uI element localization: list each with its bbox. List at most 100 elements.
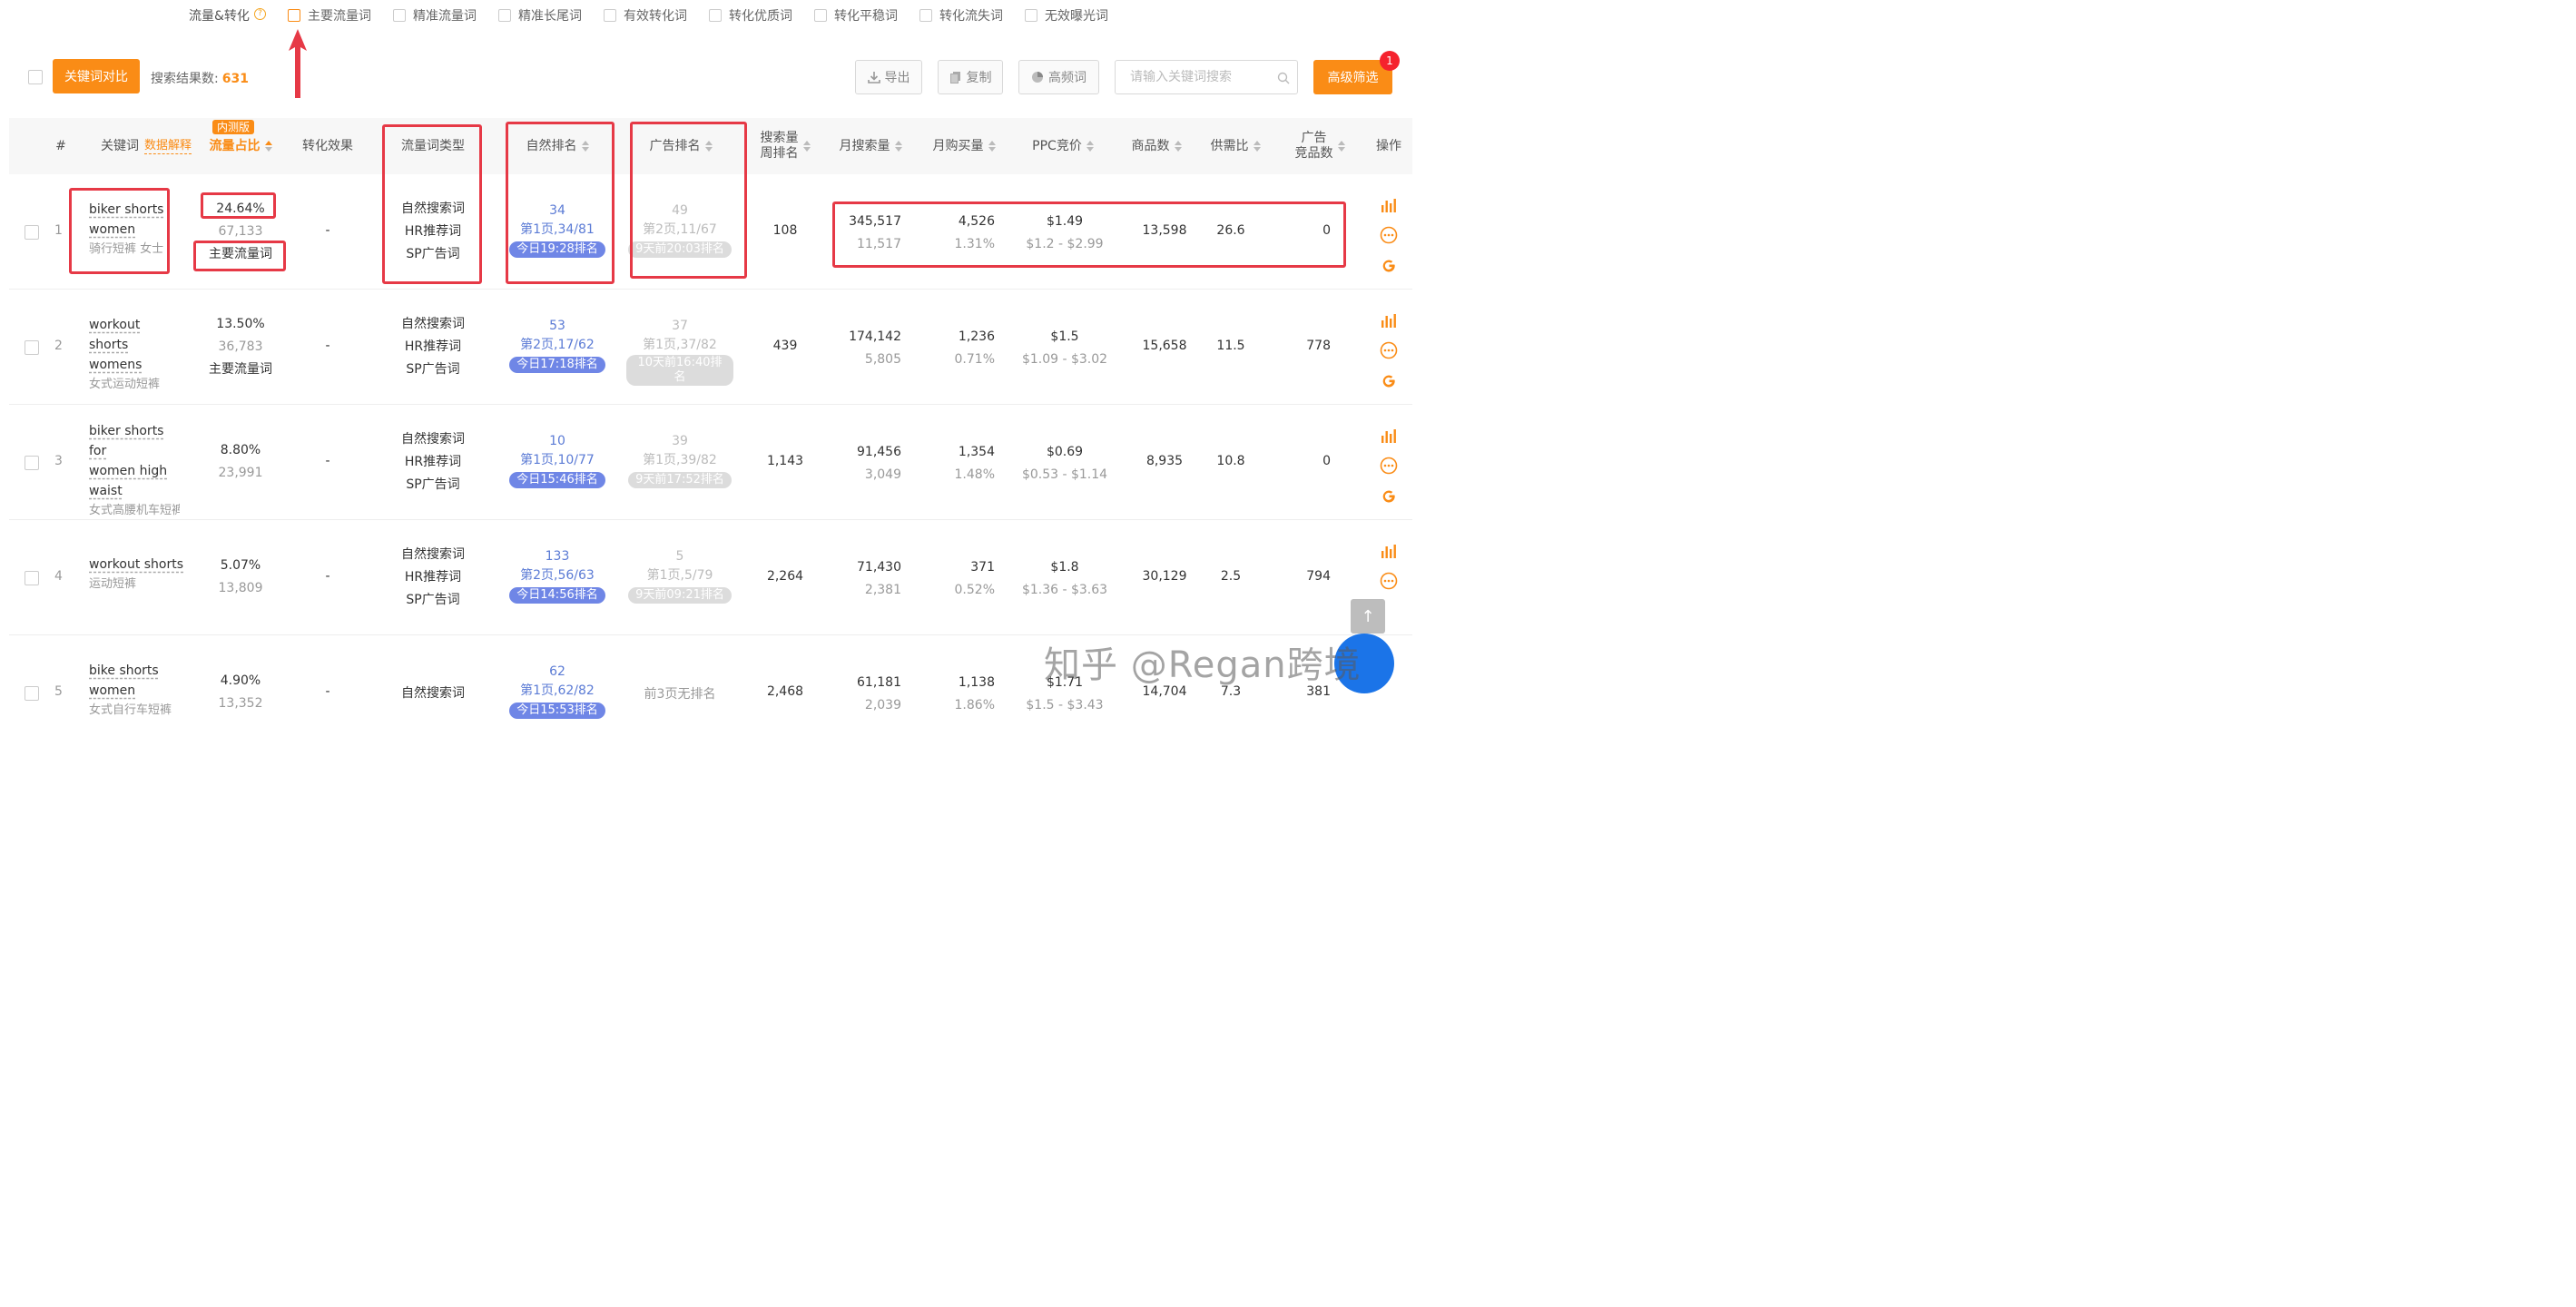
ad-rank-time[interactable]: 9天前20:03排名 <box>628 241 732 258</box>
data-explain-link[interactable]: 数据解释 <box>143 138 192 154</box>
search-icon[interactable] <box>1277 72 1290 84</box>
copy-icon <box>949 72 960 84</box>
checkbox-icon[interactable] <box>709 9 722 22</box>
keyword-en[interactable]: biker shorts for <box>89 421 180 461</box>
filter-lost-conversion[interactable]: 转化流失词 <box>919 6 1003 25</box>
checkbox-icon[interactable] <box>1025 9 1037 22</box>
copy-button[interactable]: 复制 <box>938 60 1003 94</box>
sort-icon[interactable] <box>704 141 713 152</box>
row-checkbox[interactable] <box>25 225 39 240</box>
col-traffic-share[interactable]: 流量占比 <box>200 118 281 174</box>
row-checkbox[interactable] <box>25 571 39 585</box>
row-index: 3 <box>54 454 63 468</box>
sort-icon[interactable] <box>264 141 272 152</box>
conversion-cell: - <box>325 223 330 238</box>
keyword-en[interactable]: women high <box>89 461 180 481</box>
col-natural-rank[interactable]: 自然排名 <box>506 118 608 174</box>
checkbox-icon[interactable] <box>919 9 932 22</box>
keyword-search-box[interactable] <box>1115 60 1298 94</box>
share-tag: 主要流量词 <box>209 362 272 377</box>
row-checkbox[interactable] <box>25 686 39 701</box>
keyword-en[interactable]: bike shorts <box>89 661 180 681</box>
scroll-to-top-button[interactable]: ↑ <box>1351 599 1385 634</box>
sort-icon[interactable] <box>1174 141 1182 152</box>
natural-rank-time[interactable]: 今日19:28排名 <box>509 241 605 258</box>
col-ad-products[interactable]: 广告 竞品数 <box>1283 118 1356 174</box>
more-icon[interactable] <box>1380 457 1398 475</box>
filter-effective-conversion[interactable]: 有效转化词 <box>604 6 687 25</box>
checkbox-icon[interactable] <box>393 9 406 22</box>
more-icon[interactable] <box>1380 341 1398 359</box>
col-monthly-search[interactable]: 月搜索量 <box>831 118 910 174</box>
sort-icon[interactable] <box>988 141 996 152</box>
high-frequency-button[interactable]: 高频词 <box>1018 60 1099 94</box>
sort-icon[interactable] <box>581 141 589 152</box>
col-ad-rank[interactable]: 广告排名 <box>630 118 732 174</box>
help-icon[interactable]: ? <box>254 8 266 20</box>
filter-precise-traffic[interactable]: 精准流量词 <box>393 6 477 25</box>
keyword-en[interactable]: workout shorts <box>89 315 180 355</box>
filter-quality-conversion[interactable]: 转化优质词 <box>709 6 792 25</box>
col-products[interactable]: 商品数 <box>1124 118 1189 174</box>
natural-rank-time[interactable]: 今日17:18排名 <box>509 357 605 373</box>
natural-rank-time[interactable]: 今日15:46排名 <box>509 472 605 488</box>
keyword-cn: 女式运动短裤 <box>89 378 161 391</box>
ad-rank-time[interactable]: 9天前17:52排名 <box>628 472 732 488</box>
row-ops <box>1380 542 1400 602</box>
export-button[interactable]: 导出 <box>855 60 922 94</box>
col-traffic-type: 流量词类型 <box>401 138 465 153</box>
trend-chart-icon[interactable] <box>1380 542 1398 560</box>
ad-rank-time[interactable]: 9天前09:21排名 <box>628 587 732 604</box>
ad-rank-time[interactable]: 10天前16:40排名 <box>626 355 733 386</box>
trend-chart-icon[interactable] <box>1380 427 1398 445</box>
traffic-type-cell: 自然搜索词 <box>401 686 465 701</box>
row-checkbox[interactable] <box>25 456 39 470</box>
keyword-en[interactable]: biker shorts <box>89 200 180 220</box>
checkbox-icon[interactable] <box>498 9 511 22</box>
sort-icon[interactable] <box>802 141 811 152</box>
col-monthly-purchase[interactable]: 月购买量 <box>924 118 1004 174</box>
ad-products-cell: 0 <box>1322 223 1331 238</box>
google-icon[interactable] <box>1380 371 1398 389</box>
keyword-en[interactable]: workout shorts <box>89 555 183 575</box>
sort-icon[interactable] <box>1086 141 1094 152</box>
checkbox-icon[interactable] <box>288 9 300 22</box>
keyword-en[interactable]: womens <box>89 355 180 375</box>
row-checkbox[interactable] <box>25 340 39 355</box>
more-icon[interactable] <box>1380 226 1398 244</box>
natural-rank-time[interactable]: 今日14:56排名 <box>509 587 605 604</box>
natural-rank-cell: 34 第1页,34/81 今日19:28排名 <box>506 201 608 259</box>
keyword-en[interactable]: women <box>89 681 180 701</box>
select-all-checkbox[interactable] <box>28 70 43 84</box>
products-cell: 8,935 <box>1145 454 1184 468</box>
col-supply-ratio[interactable]: 供需比 <box>1204 118 1267 174</box>
filter-main-traffic[interactable]: 主要流量词 <box>288 6 371 25</box>
more-icon[interactable] <box>1380 572 1398 590</box>
natural-rank: 133 <box>545 549 570 564</box>
keyword-en[interactable]: waist <box>89 481 180 501</box>
sort-icon[interactable] <box>894 141 902 152</box>
natural-rank-time[interactable]: 今日15:53排名 <box>509 703 605 719</box>
sort-icon[interactable] <box>1253 141 1261 152</box>
filter-stable-conversion[interactable]: 转化平稳词 <box>814 6 898 25</box>
trend-chart-icon[interactable] <box>1380 196 1398 214</box>
col-ppc[interactable]: PPC竞价 <box>1018 118 1107 174</box>
col-search-weekly-rank[interactable]: 搜索量 周排名 <box>749 118 821 174</box>
ad-rank: 37 <box>672 319 688 333</box>
checkbox-icon[interactable] <box>814 9 827 22</box>
traffic-share-cell: 13.50% 36,783 主要流量词 <box>200 313 281 381</box>
keyword-search-input[interactable] <box>1130 61 1275 93</box>
keyword-compare-button[interactable]: 关键词对比 <box>53 59 140 93</box>
trend-chart-icon[interactable] <box>1380 311 1398 329</box>
traffic-type-cell: 自然搜索词 HR推荐词 SP广告词 <box>401 547 465 607</box>
google-icon[interactable] <box>1380 256 1398 274</box>
keyword-en[interactable]: women <box>89 220 180 240</box>
filter-precise-longtail[interactable]: 精准长尾词 <box>498 6 582 25</box>
checkbox-icon[interactable] <box>604 9 616 22</box>
sort-icon[interactable] <box>1337 141 1345 152</box>
keyword-cn: 女式高腰机车短裤 <box>89 504 180 517</box>
table-row: 2 workout shorts womens 女式运动短裤 13.50% 36… <box>9 290 1412 405</box>
filter-invalid-exposure[interactable]: 无效曝光词 <box>1025 6 1108 25</box>
google-icon[interactable] <box>1380 486 1398 505</box>
ad-rank-page: 第1页,37/82 <box>643 338 717 352</box>
